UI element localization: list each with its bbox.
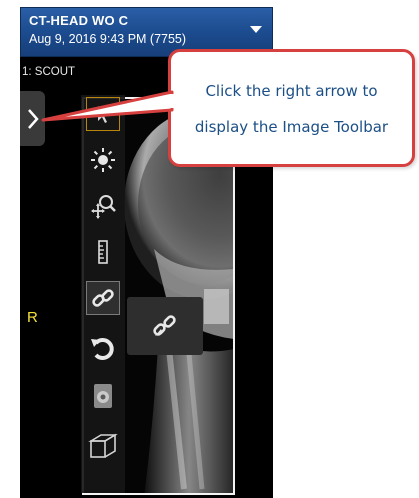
series-label: 1: SCOUT (22, 66, 76, 78)
image-toolbar (81, 95, 125, 493)
measure-tool-button[interactable] (86, 235, 120, 269)
link-tool-flyout (127, 297, 203, 355)
unlink-option-button[interactable] (148, 309, 182, 343)
toolbar-callout: Click the right arrow to display the Ima… (168, 49, 415, 167)
3d-tool-button[interactable] (86, 429, 120, 463)
ruler-icon (98, 240, 108, 264)
cursor-icon (98, 106, 109, 123)
expand-toolbar-button[interactable] (20, 91, 45, 146)
callout-line-1: Click the right arrow to (205, 82, 378, 100)
rotate-icon (91, 338, 114, 360)
window-level-tool-button[interactable] (86, 143, 120, 177)
study-date: Aug 9, 2016 9:43 PM (7755) (29, 32, 187, 46)
zoom-pan-tool-button[interactable] (86, 189, 120, 223)
rotate-tool-button[interactable] (86, 331, 120, 365)
cube-icon (88, 433, 118, 458)
cine-tool-button[interactable] (86, 379, 120, 413)
pointer-tool-button[interactable] (86, 97, 120, 131)
callout-line-2: display the Image Toolbar (194, 118, 389, 136)
unlink-icon (153, 315, 176, 336)
brightness-icon (91, 148, 115, 172)
link-icon (92, 289, 114, 307)
zoom-pan-icon (91, 195, 116, 219)
orientation-marker: R (27, 309, 38, 326)
chevron-down-icon[interactable] (250, 26, 262, 33)
cine-icon (94, 384, 112, 408)
study-title: CT-HEAD WO C (29, 13, 129, 28)
link-tool-button[interactable] (86, 281, 120, 315)
chevron-right-icon (27, 108, 39, 129)
